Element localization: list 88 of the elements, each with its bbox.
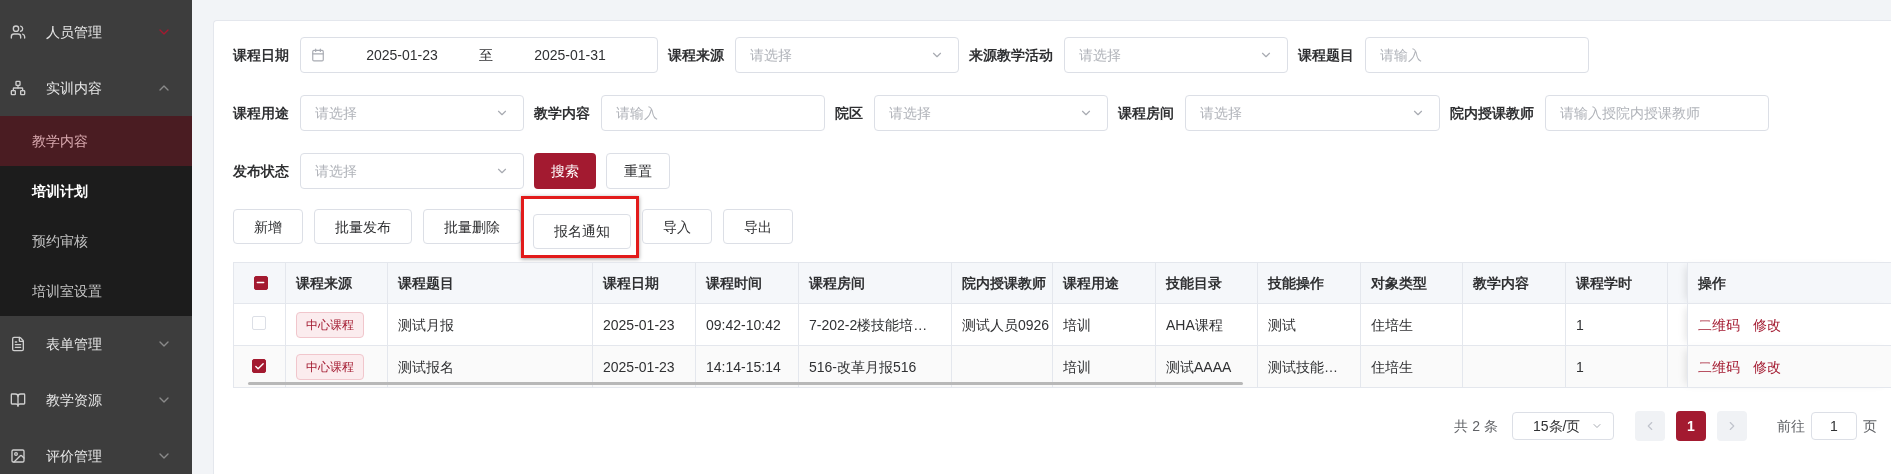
reset-button[interactable]: 重置 xyxy=(606,153,670,189)
sidebar-menu-item[interactable]: 教学资源 xyxy=(0,372,192,428)
checkbox[interactable] xyxy=(252,359,266,373)
picture-frame-icon xyxy=(10,448,26,464)
table-cell: 测试月报 xyxy=(398,316,454,333)
filter-label: 院区 xyxy=(835,104,863,123)
filter-label: 教学内容 xyxy=(534,104,590,123)
table-cell: 培训 xyxy=(1063,316,1091,333)
checkbox[interactable] xyxy=(253,275,268,290)
toolbar-button[interactable]: 导入 xyxy=(642,209,712,244)
page-input[interactable]: 1 xyxy=(1811,412,1857,440)
table-cell: 09:42-10:42 xyxy=(706,316,781,333)
toolbar-button[interactable]: 导出 xyxy=(723,209,793,244)
sidebar-menu-item[interactable]: 表单管理 xyxy=(0,316,192,372)
end-date: 2025-01-31 xyxy=(533,46,607,65)
table-cell: 住培生 xyxy=(1371,358,1413,375)
filter-label: 课程用途 xyxy=(233,104,289,123)
table-cell: AHA课程 xyxy=(1166,316,1223,333)
toolbar-button[interactable]: 批量删除 xyxy=(423,209,521,244)
column-header: 课程房间 xyxy=(798,262,952,304)
toolbar-button[interactable]: 新增 xyxy=(233,209,303,244)
filter-label: 发布状态 xyxy=(233,162,289,181)
sidebar-submenu-item[interactable]: 培训室设置 xyxy=(0,266,192,316)
action-link[interactable]: 二维码 xyxy=(1698,316,1740,333)
action-link[interactable]: 二维码 xyxy=(1698,358,1740,375)
sidebar-menu-item[interactable]: 实训内容 xyxy=(0,60,192,116)
table-cell: 7-202-2楼技能培… xyxy=(809,316,928,333)
table-cell: 住培生 xyxy=(1371,316,1413,333)
document-icon xyxy=(10,336,26,352)
filter-label: 来源教学活动 xyxy=(969,46,1053,65)
column-header: 课程来源 xyxy=(285,262,388,304)
date-range-field[interactable]: 2025-01-23 至 2025-01-31 xyxy=(300,37,658,73)
action-link[interactable]: 修改 xyxy=(1753,316,1781,333)
sidebar-submenu-item[interactable]: 培训计划 xyxy=(0,166,192,216)
column-header: 课程学时 xyxy=(1565,262,1668,304)
range-separator: 至 xyxy=(479,46,493,65)
sidebar-submenu-item[interactable]: 预约审核 xyxy=(0,216,192,266)
tree-icon xyxy=(10,80,26,96)
start-date: 2025-01-23 xyxy=(365,46,439,65)
table-cell: 1 xyxy=(1576,358,1584,375)
table-cell: 测试人员0926 xyxy=(962,316,1050,333)
table-cell: 14:14-15:14 xyxy=(706,358,781,375)
table-cell: 测试报名 xyxy=(398,358,454,375)
input-field[interactable]: 请输入 xyxy=(601,95,825,131)
page-size-select[interactable]: 15条/页 xyxy=(1512,412,1614,440)
table-cell: 测试AAAA xyxy=(1166,358,1232,375)
filter-label: 课程日期 xyxy=(233,46,289,65)
table-cell: 培训 xyxy=(1063,358,1091,375)
column-header: 院内授课教师 xyxy=(951,262,1053,304)
column-header: 课程题目 xyxy=(387,262,593,304)
goto-label: 前往 xyxy=(1777,417,1805,436)
sidebar-menu-item[interactable]: 评价管理 xyxy=(0,428,192,474)
search-button[interactable]: 搜索 xyxy=(534,153,596,189)
page-suffix: 页 xyxy=(1863,417,1877,436)
check-icon xyxy=(253,360,265,372)
column-header: 对象类型 xyxy=(1360,262,1463,304)
column-header: 课程日期 xyxy=(592,262,696,304)
table-cell: 测试技能… xyxy=(1268,358,1338,375)
filter-label: 课程来源 xyxy=(668,46,724,65)
filter-label: 课程房间 xyxy=(1118,104,1174,123)
column-header: 技能操作 xyxy=(1257,262,1361,304)
input-field[interactable]: 请输入授院内授课教师 xyxy=(1545,95,1769,131)
column-header: 技能目录 xyxy=(1155,262,1258,304)
column-header: 教学内容 xyxy=(1462,262,1566,304)
table-cell: 测试 xyxy=(1268,316,1296,333)
calendar-icon xyxy=(311,48,325,62)
toolbar-button[interactable]: 报名通知 xyxy=(533,213,631,249)
source-tag: 中心课程 xyxy=(296,311,364,338)
column-header: 课程时间 xyxy=(695,262,799,304)
book-icon xyxy=(10,392,26,408)
page-button[interactable]: 1 xyxy=(1676,411,1706,441)
source-tag: 中心课程 xyxy=(296,353,364,380)
total-count: 共 2 条 xyxy=(1454,417,1498,436)
table-cell: 2025-01-23 xyxy=(603,358,675,375)
sidebar-submenu-item[interactable]: 教学内容 xyxy=(0,116,192,166)
column-header: 操作 xyxy=(1687,262,1891,304)
sidebar-menu-item[interactable]: 人员管理 xyxy=(0,4,192,60)
filter-label: 院内授课教师 xyxy=(1450,104,1534,123)
horizontal-scrollbar[interactable] xyxy=(248,382,1243,385)
toolbar-button[interactable]: 批量发布 xyxy=(314,209,412,244)
input-field[interactable]: 请输入 xyxy=(1365,37,1589,73)
filter-label: 课程题目 xyxy=(1298,46,1354,65)
column-header: 课程用途 xyxy=(1052,262,1156,304)
users-icon xyxy=(10,24,26,40)
table-cell: 1 xyxy=(1576,316,1584,333)
action-link[interactable]: 修改 xyxy=(1753,358,1781,375)
table-cell: 516-改革月报516 xyxy=(809,358,917,375)
table-cell: 2025-01-23 xyxy=(603,316,675,333)
